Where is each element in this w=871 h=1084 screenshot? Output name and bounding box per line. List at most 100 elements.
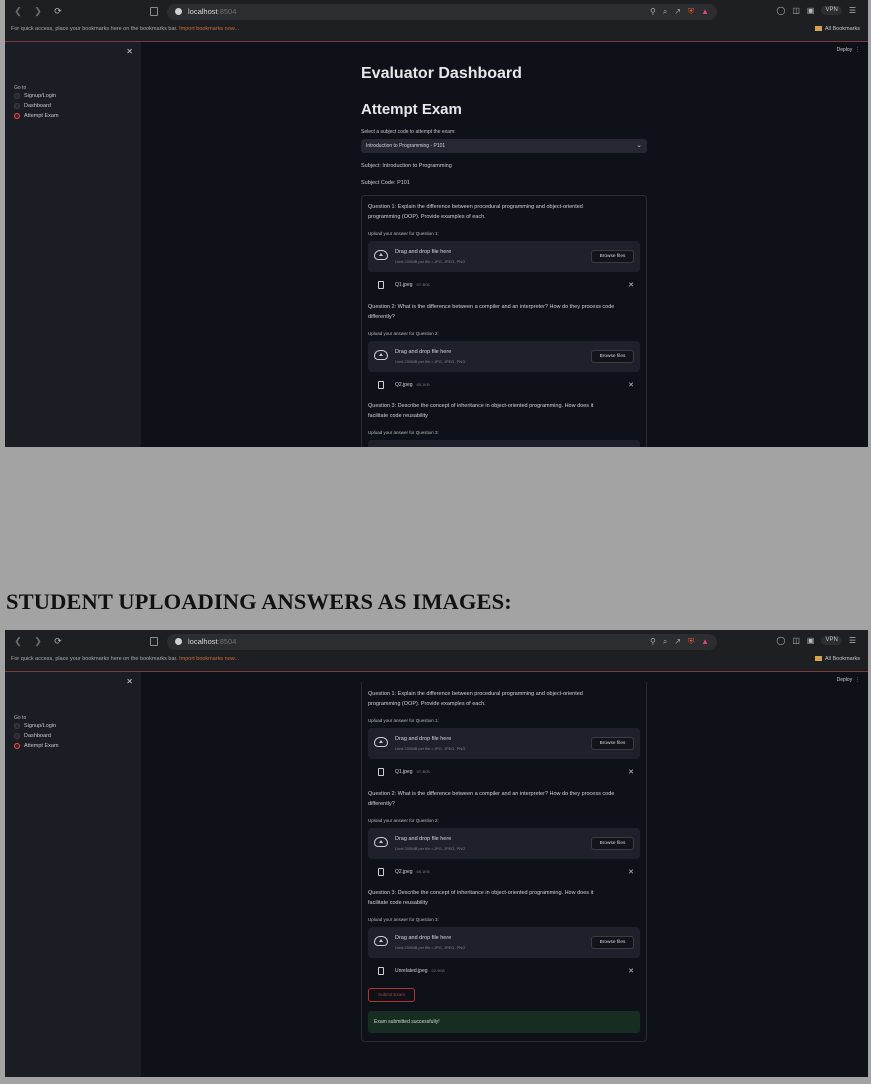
question-line: Question 3: Describe the concept of inhe…	[368, 403, 594, 409]
rewards-icon[interactable]: ▲	[701, 637, 709, 647]
extensions-icon[interactable]: ◯	[776, 636, 785, 645]
subject-select[interactable]: Introduction to Programming - P101 ⌄	[361, 139, 647, 153]
uploaded-file-q1: Q1.jpeg 97.3KB ✕	[368, 280, 640, 292]
exam-form: Question 1: Explain the difference betwe…	[361, 195, 647, 447]
brave-shield-icon[interactable]: ⛨	[688, 7, 694, 17]
remove-file-icon[interactable]: ✕	[628, 381, 634, 389]
dropzone-q1[interactable]: Drag and drop file here Limit 200MB per …	[368, 241, 640, 272]
wallet-icon[interactable]: ▣	[807, 6, 815, 15]
sidebar-option-dashboard[interactable]: Dashboard	[14, 103, 51, 109]
url-host: localhost	[188, 7, 218, 16]
share-icon[interactable]: ↗	[674, 7, 681, 17]
sidebar: ✕ Go to Signup/Login Dashboard Attempt E…	[5, 672, 141, 1077]
sidebar-option-dashboard[interactable]: Dashboard	[14, 733, 51, 739]
drag-text: Drag and drop file here	[395, 349, 452, 355]
folder-icon	[814, 26, 822, 32]
all-bookmarks-label: All Bookmarks	[824, 26, 860, 32]
drag-text: Drag and drop file here	[395, 249, 452, 255]
file-size: 97.3KB	[416, 769, 430, 774]
import-bookmarks-link[interactable]: Import bookmarks now...	[179, 26, 239, 32]
zoom-icon[interactable]: ⌕	[663, 637, 667, 647]
sidebar-option-signup[interactable]: Signup/Login	[14, 723, 56, 729]
dropzone-q2[interactable]: Drag and drop file here Limit 200MB per …	[368, 828, 640, 859]
deploy-label: Deploy	[836, 677, 853, 683]
bookmarks-bar-hint: For quick access, place your bookmarks h…	[11, 656, 239, 662]
drag-text: Drag and drop file here	[395, 736, 452, 742]
sidebar-option-attempt-exam[interactable]: Attempt Exam	[14, 743, 59, 749]
remove-file-icon[interactable]: ✕	[628, 768, 634, 776]
extensions-icon[interactable]: ◯	[776, 6, 785, 15]
browse-files-button[interactable]: Browse files	[591, 936, 634, 949]
forward-icon[interactable]: ❯	[33, 636, 43, 647]
remove-file-icon[interactable]: ✕	[628, 868, 634, 876]
section-title: Attempt Exam	[361, 101, 462, 118]
question-line: Question 3: Describe the concept of inhe…	[368, 890, 594, 896]
key-icon[interactable]: ⚲	[650, 7, 656, 17]
browse-files-button[interactable]: Browse files	[591, 250, 634, 263]
sidebar-option-attempt-exam[interactable]: Attempt Exam	[14, 113, 59, 119]
deploy-button[interactable]: Deploy ⋮	[837, 47, 860, 53]
rewards-icon[interactable]: ▲	[701, 7, 709, 17]
all-bookmarks-button[interactable]: All Bookmarks	[814, 26, 860, 32]
close-sidebar-icon[interactable]: ✕	[126, 677, 133, 686]
question-1: Question 1: Explain the difference betwe…	[368, 202, 642, 222]
sidebar-option-signup[interactable]: Signup/Login	[14, 93, 56, 99]
sidebar-toggle-icon[interactable]: ◫	[792, 6, 800, 15]
key-icon[interactable]: ⚲	[650, 637, 656, 647]
file-size: 97.3KB	[416, 282, 430, 287]
forward-icon[interactable]: ❯	[33, 6, 43, 17]
all-bookmarks-button[interactable]: All Bookmarks	[814, 656, 860, 662]
dropzone-q2[interactable]: Drag and drop file here Limit 200MB per …	[368, 341, 640, 372]
remove-file-icon[interactable]: ✕	[628, 281, 634, 289]
file-size: 62.9KB	[431, 968, 445, 973]
success-alert: Exam submitted successfully!	[368, 1011, 640, 1033]
radio-selected-icon	[14, 743, 20, 749]
remove-file-icon[interactable]: ✕	[628, 967, 634, 975]
browse-files-button[interactable]: Browse files	[591, 837, 634, 850]
browse-files-button[interactable]: Browse files	[591, 737, 634, 750]
menu-icon[interactable]: ☰	[849, 636, 856, 645]
sidebar-option-label: Signup/Login	[24, 93, 57, 99]
deploy-button[interactable]: Deploy ⋮	[837, 677, 860, 683]
exam-form: Question 1: Explain the difference betwe…	[361, 682, 647, 1042]
bookmarks-hint-text: For quick access, place your bookmarks h…	[11, 656, 178, 662]
zoom-icon[interactable]: ⌕	[663, 7, 667, 17]
goto-label: Go to	[14, 715, 27, 721]
bookmark-page-icon[interactable]	[150, 637, 158, 646]
reload-icon[interactable]: ⟳	[53, 636, 63, 647]
vpn-button[interactable]: VPN	[821, 636, 842, 645]
chevron-down-icon: ⌄	[636, 142, 642, 149]
dropzone-q3[interactable]	[368, 440, 640, 447]
close-sidebar-icon[interactable]: ✕	[126, 47, 133, 56]
screenshot-exam-submitted: ❮ ❯ ⟳ localhost:8504 ⚲ ⌕ ↗ ⛨ ▲ ◯ ◫ ▣ VPN…	[5, 630, 868, 1077]
question-1: Question 1: Explain the difference betwe…	[368, 689, 642, 709]
reload-icon[interactable]: ⟳	[53, 6, 63, 17]
limit-text: Limit 200MB per file • JPG, JPEG, PNG	[395, 746, 466, 751]
vpn-button[interactable]: VPN	[821, 6, 842, 15]
question-line: Question 1: Explain the difference betwe…	[368, 691, 583, 697]
sidebar-option-label: Attempt Exam	[24, 113, 59, 119]
brave-shield-icon[interactable]: ⛨	[688, 637, 694, 647]
menu-icon[interactable]: ☰	[849, 6, 856, 15]
site-info-icon[interactable]	[175, 638, 182, 645]
back-icon[interactable]: ❮	[13, 6, 23, 17]
question-3: Question 3: Describe the concept of inhe…	[368, 888, 642, 908]
site-info-icon[interactable]	[175, 8, 182, 15]
dropzone-q1[interactable]: Drag and drop file here Limit 200MB per …	[368, 728, 640, 759]
limit-text: Limit 200MB per file • JPG, JPEG, PNG	[395, 846, 466, 851]
bookmark-page-icon[interactable]	[150, 7, 158, 16]
submit-exam-button[interactable]: Submit Exam	[368, 988, 415, 1002]
sidebar-option-label: Dashboard	[24, 103, 51, 109]
upload-label-q1: Upload your answer for Question 1:	[368, 231, 439, 236]
question-line: facilitate code reusability	[368, 900, 428, 906]
wallet-icon[interactable]: ▣	[807, 636, 815, 645]
dropzone-q3[interactable]: Drag and drop file here Limit 200MB per …	[368, 927, 640, 958]
file-size: 65.1KB	[416, 869, 430, 874]
back-icon[interactable]: ❮	[13, 636, 23, 647]
share-icon[interactable]: ↗	[674, 637, 681, 647]
sidebar-toggle-icon[interactable]: ◫	[792, 636, 800, 645]
import-bookmarks-link[interactable]: Import bookmarks now...	[179, 656, 239, 662]
file-name: Unrelated.jpeg	[395, 968, 428, 974]
success-message: Exam submitted successfully!	[374, 1019, 440, 1025]
browse-files-button[interactable]: Browse files	[591, 350, 634, 363]
